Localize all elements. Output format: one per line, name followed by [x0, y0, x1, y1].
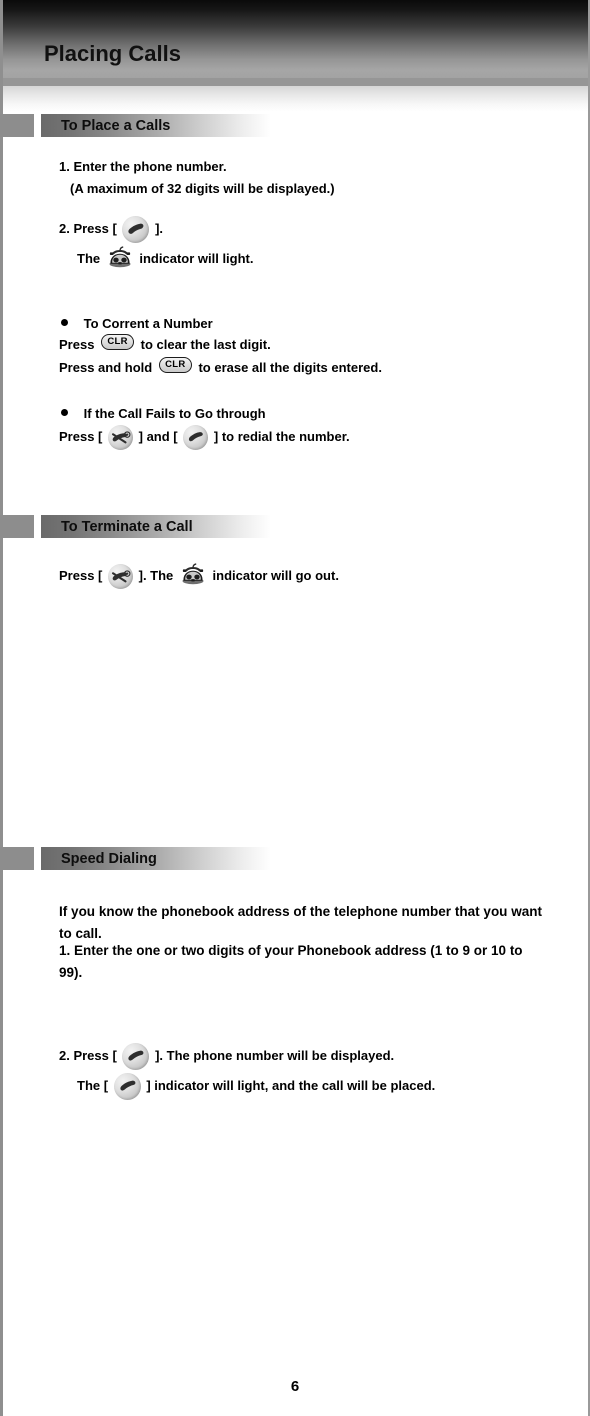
step-2-sub-suffix: indicator will light.: [139, 251, 254, 266]
bullet-correct-number-label: To Corrent a Number: [83, 316, 213, 331]
correct-number-line-1-prefix: Press: [59, 337, 95, 352]
speed-dialing-step-2-sub-prefix: The [: [77, 1077, 109, 1093]
speed-dialing-step-2-sub: The [ ] indicator will light, and the ca…: [77, 1073, 435, 1100]
section-header-to-terminate-a-call: To Terminate a Call: [0, 515, 271, 538]
step-1-note-label: (A maximum of 32 digits will be displaye…: [70, 181, 335, 196]
section-tab-marker-2: [0, 515, 34, 538]
correct-number-line-1-suffix: to clear the last digit.: [140, 337, 271, 352]
step-1-label: 1. Enter the phone number.: [59, 159, 227, 174]
section-header-to-place-a-calls: To Place a Calls: [0, 114, 271, 137]
speed-dialing-step-1: 1. Enter the one or two digits of your P…: [59, 940, 542, 984]
section-tab-marker: [0, 114, 34, 137]
correct-number-line-2-prefix: Press and hold: [59, 360, 153, 375]
speed-dialing-step-2-sub-suffix: ] indicator will light, and the call wil…: [146, 1077, 436, 1093]
clr-key-icon-2[interactable]: CLR: [158, 357, 192, 373]
terminate-instruction-line: Press [ ]. The indicator will go out.: [59, 563, 339, 590]
bullet-dot-icon-2: [61, 409, 68, 416]
manual-page: Placing Calls To Place a Calls 1. Enter …: [0, 0, 590, 1416]
terminate-suffix: indicator will go out.: [212, 568, 339, 583]
section-header-speed-dialing: Speed Dialing: [0, 847, 271, 870]
section-heading-label-3: Speed Dialing: [61, 851, 157, 867]
end-call-key-icon[interactable]: [108, 425, 133, 450]
section-heading-label-2: To Terminate a Call: [61, 519, 193, 535]
correct-number-line-2-suffix: to erase all the digits entered.: [198, 360, 382, 375]
redial-suffix: ] to redial the number.: [213, 428, 350, 444]
bullet-correct-number-title: To Corrent a Number: [61, 313, 213, 334]
banner-fade: [3, 86, 588, 112]
terminate-middle: ]. The: [138, 568, 174, 583]
talk-key-icon[interactable]: [122, 216, 150, 243]
speed-dialing-step-2-prefix: 2. Press [: [59, 1047, 117, 1063]
step-2-text: 2. Press [ ].: [59, 216, 163, 243]
section-tab-marker-3: [0, 847, 34, 870]
talk-key-icon-3[interactable]: [122, 1043, 150, 1070]
terminate-prefix: Press [: [59, 568, 103, 583]
bullet-call-fails-label: If the Call Fails to Go through: [83, 406, 266, 421]
speed-dialing-step-2-suffix: ]. The phone number will be displayed.: [155, 1047, 395, 1063]
bullet-dot-icon: [61, 319, 68, 326]
page-banner: Placing Calls: [3, 0, 588, 78]
talk-key-icon-4[interactable]: [113, 1073, 141, 1100]
correct-number-line-2: Press and hold CLR to erase all the digi…: [59, 357, 382, 378]
telephone-indicator-icon-2: [180, 563, 206, 585]
step-1-note-text: (A maximum of 32 digits will be displaye…: [70, 178, 335, 199]
correct-number-line-1: Press CLR to clear the last digit.: [59, 334, 271, 355]
page-title: Placing Calls: [44, 41, 181, 66]
end-call-key-icon-2[interactable]: [108, 564, 133, 590]
page-left-edge: [0, 0, 3, 1416]
step-2-prefix: 2. Press [: [59, 220, 117, 236]
telephone-indicator-icon: [107, 246, 133, 268]
clr-key-icon[interactable]: CLR: [101, 334, 135, 350]
step-2-suffix: ].: [155, 220, 164, 236]
page-number: 6: [290, 1378, 300, 1395]
step-2-sub-prefix: The: [77, 251, 101, 266]
step-2-sub-text: The indicator will light.: [77, 246, 254, 269]
bullet-call-fails-title: If the Call Fails to Go through: [61, 403, 266, 424]
speed-dialing-intro: If you know the phonebook address of the…: [59, 901, 542, 945]
redial-instruction-line: Press [ ] and [ ] to redial the number.: [59, 425, 350, 450]
clr-key-label: CLR: [107, 336, 128, 347]
speed-dialing-intro-label: If you know the phonebook address of the…: [59, 904, 542, 941]
redial-prefix: Press [: [59, 428, 103, 444]
redial-middle: ] and [: [138, 428, 178, 444]
speed-dialing-step-2: 2. Press [ ]. The phone number will be d…: [59, 1043, 394, 1070]
talk-key-icon-2[interactable]: [183, 425, 209, 450]
clr-key-label-2: CLR: [165, 359, 186, 370]
section-heading-label: To Place a Calls: [61, 118, 171, 134]
speed-dialing-step-1-label: 1. Enter the one or two digits of your P…: [59, 943, 523, 980]
step-1-text: 1. Enter the phone number.: [59, 156, 227, 177]
banner-rule: [3, 78, 588, 86]
